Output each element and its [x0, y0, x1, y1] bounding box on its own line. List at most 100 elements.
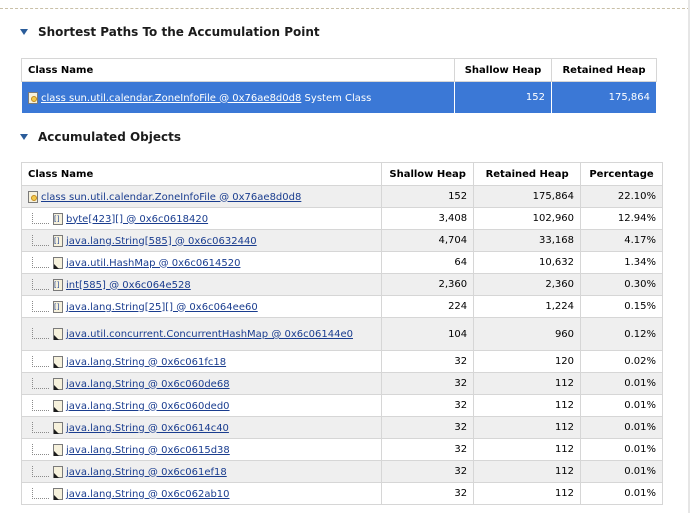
percentage-cell: 4.17% — [580, 229, 663, 252]
shallow-heap-cell: 64 — [381, 251, 475, 274]
retained-heap-cell: 1,224 — [473, 295, 582, 318]
table-row[interactable]: class sun.util.calendar.ZoneInfoFile @ 0… — [20, 81, 657, 114]
object-link[interactable]: java.lang.String @ 0x6c061fc18 — [66, 357, 226, 368]
table-header-row: Class Name Shallow Heap Retained Heap Pe… — [20, 162, 663, 186]
tree-connector — [32, 421, 49, 433]
accumulated-objects-section-header[interactable]: Accumulated Objects — [20, 128, 181, 146]
table-row[interactable]: java.util.HashMap @ 0x6c0614520 64 10,632 1… — [20, 251, 663, 274]
table-row[interactable]: java.lang.String @ 0x6c062ab10 32 112 0.01% — [20, 482, 663, 505]
collapse-triangle-icon[interactable] — [20, 29, 28, 35]
object-link[interactable]: java.util.concurrent.ConcurrentHashMap @… — [66, 329, 353, 340]
shallow-heap-cell: 32 — [381, 350, 475, 373]
column-header-percentage[interactable]: Percentage — [580, 162, 663, 186]
tree-connector — [32, 465, 49, 477]
accumulated-rows: byte[423][] @ 0x6c0618420 3,408102,96012.… — [20, 207, 663, 505]
shallow-heap-cell: 104 — [381, 317, 475, 351]
retained-heap-cell: 112 — [473, 460, 582, 483]
tree-connector — [32, 278, 49, 290]
table-row[interactable]: java.util.concurrent.ConcurrentHashMap @… — [20, 317, 663, 351]
object-icon — [53, 421, 63, 434]
object-link[interactable]: java.lang.String @ 0x6c060de68 — [66, 379, 230, 390]
shortest-paths-section-header[interactable]: Shortest Paths To the Accumulation Point — [20, 23, 320, 41]
shallow-heap-cell: 32 — [381, 394, 475, 417]
class-name-cell[interactable]: java.lang.String @ 0x6c060de68 — [20, 372, 383, 395]
array-icon — [53, 234, 63, 247]
table-row[interactable]: java.lang.String @ 0x6c060ded0 32 112 0.01% — [20, 394, 663, 417]
percentage-cell: 0.01% — [580, 394, 663, 417]
collapse-triangle-icon[interactable] — [20, 134, 28, 140]
class-icon — [28, 190, 38, 203]
class-link[interactable]: class sun.util.calendar.ZoneInfoFile @ 0… — [41, 192, 301, 203]
retained-heap-cell: 112 — [473, 416, 582, 439]
column-header-class-name[interactable]: Class Name — [20, 58, 456, 82]
object-link[interactable]: java.lang.String @ 0x6c061ef18 — [66, 467, 227, 478]
table-row[interactable]: java.lang.String @ 0x6c061fc18 32 120 0.02% — [20, 350, 663, 373]
object-icon — [53, 465, 63, 478]
object-link[interactable]: int[585] @ 0x6c064e528 — [66, 280, 191, 291]
table-row[interactable]: java.lang.String @ 0x6c0614c40 32 112 0.01% — [20, 416, 663, 439]
table-row[interactable]: class sun.util.calendar.ZoneInfoFile @ 0… — [20, 185, 663, 208]
class-name-cell[interactable]: int[585] @ 0x6c064e528 — [20, 273, 383, 296]
column-header-shallow-heap[interactable]: Shallow Heap — [454, 58, 553, 82]
shallow-heap-cell: 224 — [381, 295, 475, 318]
section-title: Accumulated Objects — [38, 130, 181, 144]
class-name-cell[interactable]: byte[423][] @ 0x6c0618420 — [20, 207, 383, 230]
percentage-cell: 0.30% — [580, 273, 663, 296]
array-icon — [53, 278, 63, 291]
shallow-heap-cell: 152 — [381, 185, 475, 208]
accumulated-objects-table: Class Name Shallow Heap Retained Heap Pe… — [20, 162, 663, 505]
tree-connector — [32, 212, 49, 224]
class-name-cell[interactable]: class sun.util.calendar.ZoneInfoFile @ 0… — [20, 81, 456, 114]
table-row[interactable]: java.lang.String[25][] @ 0x6c064ee60 2241… — [20, 295, 663, 318]
object-link[interactable]: java.lang.String @ 0x6c0615d38 — [66, 445, 230, 456]
section-title: Shortest Paths To the Accumulation Point — [38, 25, 320, 39]
object-icon — [53, 377, 63, 390]
object-link[interactable]: java.lang.String[585] @ 0x6c0632440 — [66, 236, 257, 247]
class-name-cell[interactable]: java.lang.String @ 0x6c062ab10 — [20, 482, 383, 505]
table-row[interactable]: java.lang.String @ 0x6c0615d38 32 112 0.01% — [20, 438, 663, 461]
object-link[interactable]: java.lang.String[25][] @ 0x6c064ee60 — [66, 302, 258, 313]
percentage-cell: 0.01% — [580, 460, 663, 483]
class-name-cell[interactable]: java.lang.String[25][] @ 0x6c064ee60 — [20, 295, 383, 318]
class-name-cell[interactable]: java.lang.String @ 0x6c0615d38 — [20, 438, 383, 461]
retained-heap-cell: 112 — [473, 372, 582, 395]
class-name-cell[interactable]: java.lang.String @ 0x6c061ef18 — [20, 460, 383, 483]
column-header-class-name[interactable]: Class Name — [20, 162, 383, 186]
percentage-cell: 0.15% — [580, 295, 663, 318]
percentage-cell: 0.01% — [580, 416, 663, 439]
table-row[interactable]: java.lang.String @ 0x6c061ef18 32 112 0.01% — [20, 460, 663, 483]
tree-connector — [32, 300, 49, 312]
object-link[interactable]: java.lang.String @ 0x6c060ded0 — [66, 401, 230, 412]
tree-connector — [32, 377, 49, 389]
class-name-cell[interactable]: java.lang.String @ 0x6c0614c40 — [20, 416, 383, 439]
table-row[interactable]: byte[423][] @ 0x6c0618420 3,408102,96012.… — [20, 207, 663, 230]
class-name-cell[interactable]: java.lang.String @ 0x6c061fc18 — [20, 350, 383, 373]
table-row[interactable]: java.lang.String @ 0x6c060de68 32 112 0.01% — [20, 372, 663, 395]
percentage-cell: 0.01% — [580, 438, 663, 461]
retained-heap-cell: 175,864 — [473, 185, 582, 208]
class-name-cell[interactable]: java.lang.String @ 0x6c060ded0 — [20, 394, 383, 417]
object-link[interactable]: java.lang.String @ 0x6c062ab10 — [66, 489, 230, 500]
tree-connector — [32, 256, 49, 268]
array-icon — [53, 212, 63, 225]
class-name-cell[interactable]: java.util.HashMap @ 0x6c0614520 — [20, 251, 383, 274]
shallow-heap-cell: 32 — [381, 416, 475, 439]
object-link[interactable]: byte[423][] @ 0x6c0618420 — [66, 214, 208, 225]
column-header-shallow-heap[interactable]: Shallow Heap — [381, 162, 475, 186]
object-link[interactable]: java.lang.String @ 0x6c0614c40 — [66, 423, 229, 434]
retained-heap-cell: 112 — [473, 394, 582, 417]
class-name-cell[interactable]: java.lang.String[585] @ 0x6c0632440 — [20, 229, 383, 252]
retained-heap-cell: 120 — [473, 350, 582, 373]
class-icon — [28, 91, 38, 104]
class-name-cell[interactable]: class sun.util.calendar.ZoneInfoFile @ 0… — [20, 185, 383, 208]
tree-connector — [32, 328, 49, 339]
percentage-cell: 12.94% — [580, 207, 663, 230]
table-row[interactable]: int[585] @ 0x6c064e5282,3602,3600.30% — [20, 273, 663, 296]
table-row[interactable]: java.lang.String[585] @ 0x6c0632440 4,704… — [20, 229, 663, 252]
column-header-retained-heap[interactable]: Retained Heap — [551, 58, 657, 82]
class-name-cell[interactable]: java.util.concurrent.ConcurrentHashMap @… — [20, 317, 383, 351]
class-link[interactable]: class sun.util.calendar.ZoneInfoFile @ 0… — [41, 93, 301, 104]
shallow-heap-cell: 2,360 — [381, 273, 475, 296]
object-link[interactable]: java.util.HashMap @ 0x6c0614520 — [66, 258, 240, 269]
column-header-retained-heap[interactable]: Retained Heap — [473, 162, 582, 186]
